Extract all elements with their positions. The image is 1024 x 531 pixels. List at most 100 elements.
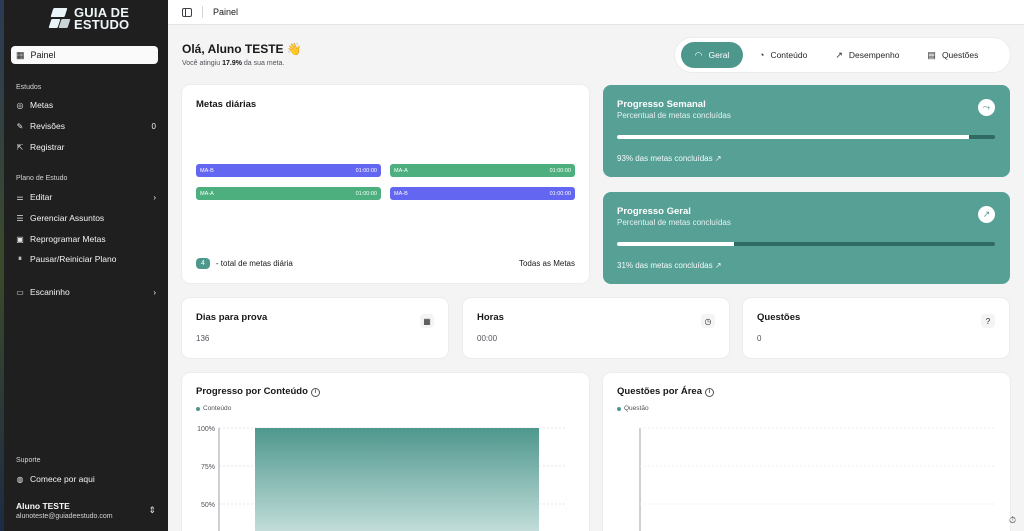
progress-footer: 31% das metas concluídas ↗ xyxy=(617,261,722,270)
stat-questoes: Questões 0 ? xyxy=(743,298,1009,358)
meta-time: 01:00:00 xyxy=(355,167,377,174)
card-title: Horas xyxy=(477,312,504,323)
stat-value: 00:00 xyxy=(477,334,498,343)
meta-label: MA-B xyxy=(200,167,214,174)
help-circle-icon: ◍ xyxy=(16,474,24,484)
timer-icon[interactable]: ⏱ xyxy=(1009,515,1016,526)
progress-footer-text: 93% das metas concluídas xyxy=(617,154,713,163)
trend-up-icon: ↗ xyxy=(714,154,722,163)
progresso-conteudo-card: Progresso por Conteúdo i Conteúdo 100% 75%… xyxy=(182,373,589,531)
sidebar-item-metas[interactable]: ◎ Metas xyxy=(16,98,156,112)
user-email: alunoteste@guiadeestudo.com xyxy=(16,513,113,520)
tab-geral[interactable]: ◠ Geral xyxy=(681,42,743,68)
sidebar-item-label: Pausar/Reiniciar Plano xyxy=(30,254,117,264)
user-menu[interactable]: Aluno TESTE alunoteste@guiadeestudo.com … xyxy=(16,501,156,520)
tab-label: Geral xyxy=(708,50,730,60)
meta-chip[interactable]: MA-B 01:00:00 xyxy=(390,187,575,200)
meta-time: 01:00:00 xyxy=(549,167,571,174)
trend-up-icon[interactable]: ↗ xyxy=(978,206,995,223)
stat-horas: Horas 00:00 ◷ xyxy=(463,298,729,358)
sidebar-item-label: Registrar xyxy=(30,142,65,152)
sidebar-toggle-icon[interactable] xyxy=(182,7,192,17)
sidebar-item-registrar[interactable]: ⇱ Registrar xyxy=(16,140,156,154)
sidebar-item-label: Revisões xyxy=(30,121,65,131)
tab-label: Desempenho xyxy=(848,50,900,60)
desktop-edge xyxy=(0,0,4,531)
card-title: Dias para prova xyxy=(196,312,268,323)
breadcrumb: Painel xyxy=(213,7,239,17)
y-tick-label: 100% xyxy=(197,426,215,433)
sliders-icon: ⚌ xyxy=(16,192,24,202)
metas-total: 4 - total de metas diária xyxy=(196,258,293,269)
sidebar-item-reprogramar-metas[interactable]: ▣ Reprogramar Metas xyxy=(16,232,156,246)
tab-conteudo[interactable]: ◔ Conteúdo xyxy=(747,42,819,68)
sidebar-item-revisoes[interactable]: ✎ Revisões 0 xyxy=(16,119,156,133)
metas-diarias-card: Metas diárias MA-B 01:00:00 MA-A 01:00:0… xyxy=(182,85,589,283)
list-icon: ☰ xyxy=(16,213,24,223)
metas-total-label: - total de metas diária xyxy=(215,259,293,268)
meta-chip[interactable]: MA-B 01:00:00 xyxy=(196,164,381,177)
sidebar-item-editar[interactable]: ⚌ Editar › xyxy=(16,190,156,204)
all-metas-link[interactable]: Todas as Metas xyxy=(519,259,575,268)
tab-desempenho[interactable]: ↗ Desempenho xyxy=(823,42,911,68)
page-title: Olá, Aluno TESTE 👋 xyxy=(182,42,302,56)
card-subtitle: Percentual de metas concluídas xyxy=(617,218,731,227)
progress-footer: 93% das metas concluídas ↗ xyxy=(617,154,722,163)
sidebar-item-label: Reprogramar Metas xyxy=(30,234,106,244)
card-title: Progresso Geral xyxy=(617,206,691,217)
conteudo-bar-chart: 100% 75% 50% xyxy=(197,426,567,531)
revisoes-count: 0 xyxy=(151,121,156,131)
tab-questoes[interactable]: ▤ Questões xyxy=(915,42,990,68)
card-title: Progresso Semanal xyxy=(617,99,706,110)
sidebar-item-escaninho[interactable]: ▭ Escaninho › xyxy=(16,285,156,299)
target-icon: ◎ xyxy=(16,100,24,110)
chevron-up-down-icon: ⇕ xyxy=(148,505,156,515)
sidebar-item-label: Editar xyxy=(30,192,53,202)
divider xyxy=(202,6,203,18)
section-suporte: Suporte xyxy=(16,457,41,464)
sidebar-item-gerenciar-assuntos[interactable]: ☰ Gerenciar Assuntos xyxy=(16,211,156,225)
logo[interactable]: GUIA DE ESTUDO xyxy=(48,6,129,32)
progress-fill xyxy=(617,242,735,246)
goal-suffix: da sua meta. xyxy=(241,60,285,67)
grid-icon: ▦ xyxy=(16,49,25,60)
pause-icon: ⏸ xyxy=(18,254,22,263)
edit-doc-icon: ✎ xyxy=(16,121,24,131)
card-title: Questões xyxy=(757,312,801,323)
stat-value: 136 xyxy=(196,334,210,343)
sidebar-item-pausar-plano[interactable]: ⏸ Pausar/Reiniciar Plano xyxy=(16,252,156,266)
sidebar-item-painel[interactable]: ▦ Painel xyxy=(11,46,158,64)
export-icon: ⇱ xyxy=(16,142,24,152)
user-name: Aluno TESTE xyxy=(16,501,70,511)
dashboard-tabs: ◠ Geral ◔ Conteúdo ↗ Desempenho ▤ Questõ… xyxy=(675,38,1010,72)
sidebar: GUIA DE ESTUDO ▦ Painel Estudos ◎ Metas … xyxy=(0,0,168,531)
share-icon[interactable]: ⤳ xyxy=(978,99,995,116)
y-tick-label: 75% xyxy=(201,464,215,471)
clock-icon: ◷ xyxy=(701,314,715,328)
stat-dias-prova: Dias para prova 136 ▦ xyxy=(182,298,448,358)
metas-count-badge: 4 xyxy=(196,258,210,269)
inbox-icon: ▭ xyxy=(16,287,24,297)
section-plano: Plano de Estudo xyxy=(16,175,68,182)
card-subtitle: Percentual de metas concluídas xyxy=(617,111,731,120)
calendar-icon: ▦ xyxy=(420,314,434,328)
sidebar-item-label: Gerenciar Assuntos xyxy=(30,213,105,223)
meta-chip[interactable]: MA-A 01:00:00 xyxy=(390,164,575,177)
goal-prefix: Você atingiu xyxy=(182,60,223,67)
tab-label: Questões xyxy=(941,50,979,60)
meta-time: 01:00:00 xyxy=(549,190,571,197)
area-bar-chart xyxy=(639,427,995,531)
meta-time: 01:00:00 xyxy=(355,190,377,197)
chevron-right-icon: › xyxy=(153,192,156,202)
progress-track xyxy=(617,242,995,246)
goal-value: 17.9% xyxy=(222,60,242,67)
stat-value: 0 xyxy=(757,334,762,343)
pie-chart-icon: ◔ xyxy=(759,50,765,60)
meta-chip[interactable]: MA-A 01:00:00 xyxy=(196,187,381,200)
progress-fill xyxy=(617,135,969,139)
message-question-icon: ? xyxy=(981,314,995,328)
meta-label: MA-A xyxy=(394,167,408,174)
sidebar-item-comece[interactable]: ◍ Comece por aqui xyxy=(16,472,156,486)
trend-up-icon: ↗ xyxy=(835,49,843,60)
progresso-geral-card: Progresso Geral Percentual de metas conc… xyxy=(603,192,1010,284)
